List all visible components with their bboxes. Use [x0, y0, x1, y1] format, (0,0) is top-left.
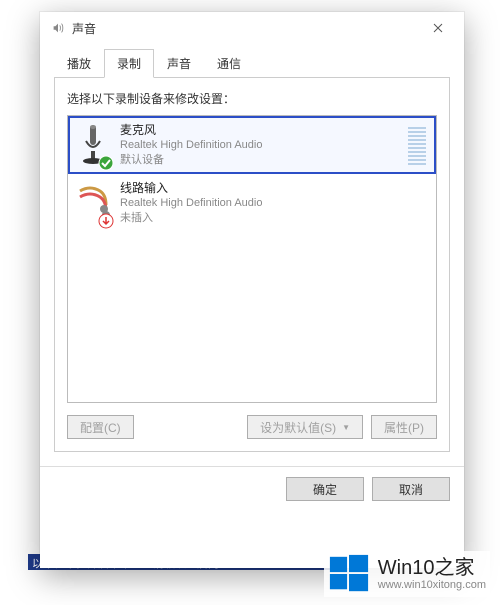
- panel-prompt: 选择以下录制设备来修改设置：: [67, 90, 437, 107]
- device-description: Realtek High Definition Audio: [120, 138, 398, 153]
- device-status: 未插入: [120, 211, 428, 226]
- close-icon: [433, 23, 443, 33]
- watermark: Win10之家 www.win10xitong.com: [324, 551, 490, 597]
- properties-button[interactable]: 属性(P): [371, 415, 437, 439]
- close-button[interactable]: [418, 14, 458, 42]
- device-text: 麦克风 Realtek High Definition Audio 默认设备: [120, 122, 398, 168]
- device-description: Realtek High Definition Audio: [120, 196, 428, 211]
- tab-strip: 播放 录制 声音 通信: [54, 48, 450, 78]
- set-default-button[interactable]: 设为默认值(S) ▼: [247, 415, 363, 439]
- device-name: 麦克风: [120, 122, 398, 138]
- tab-recording[interactable]: 录制: [104, 49, 154, 78]
- chevron-down-icon: ▼: [342, 423, 350, 432]
- device-text: 线路输入 Realtek High Definition Audio 未插入: [120, 180, 428, 226]
- device-list[interactable]: 麦克风 Realtek High Definition Audio 默认设备: [67, 115, 437, 403]
- device-status: 默认设备: [120, 153, 398, 168]
- tab-sounds[interactable]: 声音: [154, 49, 204, 78]
- sound-dialog: 声音 播放 录制 声音 通信 选择以下录制设备来修改设置：: [40, 12, 464, 568]
- tab-communications[interactable]: 通信: [204, 49, 254, 78]
- recording-panel: 选择以下录制设备来修改设置：: [54, 78, 450, 452]
- tab-playback[interactable]: 播放: [54, 49, 104, 78]
- configure-button[interactable]: 配置(C): [67, 415, 134, 439]
- titlebar: 声音: [40, 12, 464, 44]
- device-item-microphone[interactable]: 麦克风 Realtek High Definition Audio 默认设备: [68, 116, 436, 174]
- dialog-button-row: 确定 取消: [40, 466, 464, 511]
- line-in-icon: [76, 181, 110, 225]
- down-arrow-icon: [98, 213, 114, 229]
- windows-logo-icon: [328, 553, 370, 595]
- panel-button-row: 配置(C) 设为默认值(S) ▼ 属性(P): [67, 415, 437, 439]
- watermark-title: Win10之家: [378, 557, 486, 579]
- speaker-icon: [50, 20, 66, 36]
- level-meter: [408, 125, 426, 165]
- device-name: 线路输入: [120, 180, 428, 196]
- cancel-button[interactable]: 取消: [372, 477, 450, 501]
- check-icon: [98, 155, 114, 171]
- set-default-label: 设为默认值(S): [260, 419, 336, 436]
- device-item-line-in[interactable]: 线路输入 Realtek High Definition Audio 未插入: [68, 174, 436, 232]
- microphone-icon: [76, 123, 110, 167]
- watermark-url: www.win10xitong.com: [378, 579, 486, 591]
- ok-button[interactable]: 确定: [286, 477, 364, 501]
- dialog-content: 播放 录制 声音 通信 选择以下录制设备来修改设置：: [40, 44, 464, 466]
- dialog-title: 声音: [72, 20, 418, 37]
